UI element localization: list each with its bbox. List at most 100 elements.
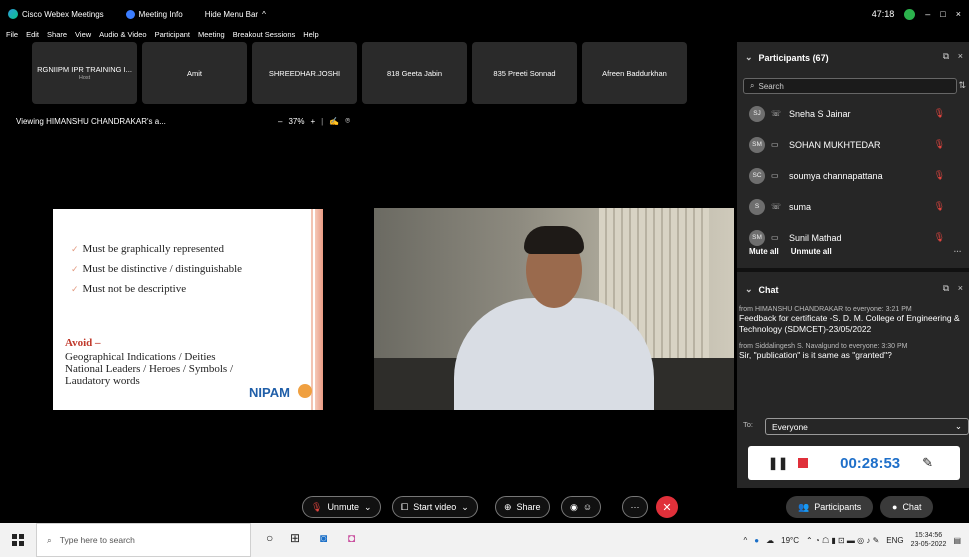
more-label: ··· <box>630 502 640 512</box>
participant-tile[interactable]: Amit <box>142 42 247 104</box>
zoom-level[interactable]: 37% <box>288 117 304 126</box>
menu-edit[interactable]: Edit <box>26 30 39 39</box>
slide-accent-line <box>311 209 313 410</box>
speaker-video[interactable] <box>374 208 734 410</box>
participants-header[interactable]: ⌄ Participants (67) <box>745 52 829 63</box>
popout-icon[interactable]: ⧉ <box>943 51 949 61</box>
participant-tile[interactable]: SHREEDHAR.JOSHI <box>252 42 357 104</box>
meeting-info-button[interactable]: Meeting Info <box>125 9 183 19</box>
menu-help[interactable]: Help <box>303 30 318 39</box>
taskbar-search-input[interactable]: ⌕ Type here to search <box>36 523 251 557</box>
windows-taskbar: ⌕ Type here to search ○ ⊞ ◙ ◘ ^ ● ☁ 19°C… <box>0 523 969 557</box>
weather-temp[interactable]: 19°C <box>781 536 799 545</box>
info-icon <box>125 9 135 19</box>
close-panel-icon[interactable]: × <box>958 283 963 293</box>
participants-title: Participants (67) <box>758 52 829 63</box>
chat-header[interactable]: ⌄ Chat <box>745 284 779 295</box>
help-icon[interactable]: ● <box>754 536 759 545</box>
language-indicator[interactable]: ENG <box>886 536 903 545</box>
record-icon: ◉ <box>570 501 578 512</box>
participants-header-actions: ⧉ × <box>943 51 963 62</box>
tray-icons[interactable]: ⌃ ◔ ☖ ▮ ⊡ ▬ ◎ ♪ ✎ <box>806 536 879 545</box>
participant-list: SJ ☏ Sneha S Jainar 🎙 SM ▭ SOHAN MUKHTED… <box>749 98 961 253</box>
minimize-button[interactable]: – <box>925 9 930 19</box>
menu-participant[interactable]: Participant <box>155 30 190 39</box>
check-icon: ✓ <box>71 284 79 294</box>
popout-icon[interactable]: ⧉ <box>943 283 949 293</box>
muted-mic-icon[interactable]: 🎙 <box>934 139 945 150</box>
viewing-bar: Viewing HIMANSHU CHANDRAKAR's a... – 37%… <box>0 114 380 128</box>
participant-search-input[interactable]: ⌕ Search <box>743 78 957 94</box>
participants-icon: 👥 <box>798 501 810 512</box>
menu-breakout-sessions[interactable]: Breakout Sessions <box>233 30 296 39</box>
system-clock[interactable]: 15:34:56 23-05-2022 <box>911 531 947 549</box>
chat-label: Chat <box>902 502 922 512</box>
list-item[interactable]: S ☏ suma 🎙 <box>749 191 961 222</box>
more-options-button[interactable]: ··· <box>954 247 962 256</box>
task-view-icon[interactable]: ⊞ <box>290 531 300 545</box>
hide-menu-bar-button[interactable]: Hide Menu Bar ^ <box>205 10 266 19</box>
meeting-info-label: Meeting Info <box>138 9 183 19</box>
participant-tile[interactable]: 818 Geeta Jabin <box>362 42 467 104</box>
zoom-out-button[interactable]: – <box>278 117 282 126</box>
close-button[interactable]: × <box>956 9 961 19</box>
list-item[interactable]: SC ▭ soumya channapattana 🎙 <box>749 160 961 191</box>
annotate-icon[interactable]: ✍ <box>329 117 339 126</box>
chat-button[interactable]: ● Chat <box>880 496 934 518</box>
chat-header-actions: ⧉ × <box>943 283 963 294</box>
search-icon: ⌕ <box>47 534 52 545</box>
participant-actions: Mute all Unmute all ··· <box>749 247 962 256</box>
start-video-button[interactable]: ⧠ Start video ⌄ <box>392 496 478 518</box>
chat-recipient-select[interactable]: Everyone ⌄ <box>765 418 969 435</box>
webex-taskbar-icon[interactable]: ◙ <box>320 531 327 545</box>
stop-recording-icon[interactable] <box>798 458 809 468</box>
menu-audio-video[interactable]: Audio & Video <box>99 30 146 39</box>
fit-view-icon[interactable]: ⌾ <box>345 116 350 126</box>
avatar: SJ <box>749 105 765 122</box>
pen-icon[interactable]: ✎ <box>922 455 933 471</box>
recipient-value: Everyone <box>772 421 808 432</box>
muted-mic-icon[interactable]: 🎙 <box>934 170 945 181</box>
unmute-all-button[interactable]: Unmute all <box>791 247 832 256</box>
cortana-icon[interactable]: ○ <box>266 531 273 545</box>
participant-name: suma <box>789 201 812 212</box>
message-header: from HIMANSHU CHANDRAKAR to everyone: 3:… <box>739 306 912 313</box>
close-panel-icon[interactable]: × <box>958 51 963 61</box>
windows-start-icon[interactable] <box>12 534 24 546</box>
participant-name: soumya channapattana <box>789 170 883 181</box>
bullet-text: Must be graphically represented <box>82 243 224 255</box>
connection-status-icon[interactable] <box>904 8 916 20</box>
notification-icon[interactable]: ▤ <box>953 536 961 545</box>
share-button[interactable]: ⊕ Share <box>495 496 550 518</box>
meeting-timer: 47:18 <box>871 9 895 19</box>
muted-mic-icon[interactable]: 🎙 <box>934 201 945 212</box>
participants-button[interactable]: 👥 Participants <box>786 496 874 518</box>
participant-tile[interactable]: Afreen Baddurkhan <box>582 42 687 104</box>
maximize-button[interactable]: □ <box>940 9 945 19</box>
weather-icon[interactable]: ☁ <box>766 536 774 545</box>
zoom-in-button[interactable]: + <box>310 117 315 126</box>
list-item[interactable]: SM ▭ SOHAN MUKHTEDAR 🎙 <box>749 129 961 160</box>
menu-file[interactable]: File <box>6 30 18 39</box>
menu-view[interactable]: View <box>75 30 91 39</box>
tile-name: RGNIIPM IPR TRAINING I... <box>37 65 132 74</box>
reactions-button[interactable]: ◉ ☺ <box>561 496 602 518</box>
participant-tile[interactable]: RGNIIPM IPR TRAINING I... Host <box>32 42 137 104</box>
tile-name: 818 Geeta Jabin <box>386 68 443 78</box>
leave-meeting-button[interactable]: ✕ <box>656 496 678 518</box>
logo-badge-icon <box>298 384 312 398</box>
pause-recording-icon[interactable]: ❚❚ <box>768 456 788 470</box>
muted-mic-icon[interactable]: 🎙 <box>934 232 945 243</box>
chevron-up-icon[interactable]: ^ <box>744 536 748 545</box>
more-options-button[interactable]: ··· <box>622 496 648 518</box>
muted-mic-icon[interactable]: 🎙 <box>934 108 945 119</box>
menu-meeting[interactable]: Meeting <box>198 30 225 39</box>
mute-all-button[interactable]: Mute all <box>749 247 779 256</box>
menu-share[interactable]: Share <box>47 30 67 39</box>
list-item[interactable]: SJ ☏ Sneha S Jainar 🎙 <box>749 98 961 129</box>
app-taskbar-icon[interactable]: ◘ <box>348 531 355 545</box>
participant-tile[interactable]: 835 Preeti Sonnad <box>472 42 577 104</box>
sort-icon[interactable]: ⇅ <box>958 80 966 91</box>
recording-time: 00:28:53 <box>840 454 901 472</box>
unmute-button[interactable]: 🎙 Unmute ⌄ <box>302 496 381 518</box>
